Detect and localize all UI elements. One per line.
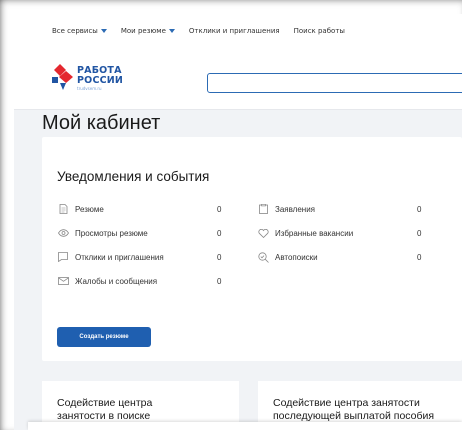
service-card-title: Содействие центра занятости последующей … <box>273 397 434 423</box>
nav-all-services[interactable]: Все сервисы <box>52 27 107 35</box>
count: 0 <box>417 204 422 214</box>
nav-my-resumes-label: Мои резюме <box>120 27 166 35</box>
nav-job-search[interactable]: Поиск работы <box>294 27 345 35</box>
count: 0 <box>417 252 422 262</box>
notifications-card: Уведомления и события Резюме 0 Просмотры… <box>42 137 462 361</box>
count: 0 <box>217 276 222 286</box>
list-item-favorites[interactable]: Избранные вакансии 0 <box>257 221 457 245</box>
logo-text[interactable]: РАБОТА РОССИИ <box>77 66 123 85</box>
notifications-title: Уведомления и события <box>57 169 210 184</box>
create-resume-button[interactable]: Создать резюме <box>57 327 151 347</box>
notifications-left-list: Резюме 0 Просмотры резюме 0 Отклики и пр… <box>57 197 247 293</box>
list-item-label: Избранные вакансии <box>275 228 354 238</box>
mail-icon <box>57 277 69 285</box>
list-item-label: Резюме <box>75 204 104 214</box>
nav-responses[interactable]: Отклики и приглашения <box>189 27 280 35</box>
list-item-label: Заявления <box>275 204 316 214</box>
nav-job-search-label: Поиск работы <box>293 27 345 35</box>
list-item-responses[interactable]: Отклики и приглашения 0 <box>57 245 247 269</box>
list-item-resume[interactable]: Резюме 0 <box>57 197 247 221</box>
logo-subtext: trudvsem.ru <box>77 86 102 91</box>
search-input[interactable] <box>207 73 462 93</box>
list-item-label: Жалобы и сообщения <box>75 276 158 286</box>
logo-icon[interactable] <box>52 64 74 90</box>
service-card-line1: Содействие центра <box>57 397 153 409</box>
top-nav: Все сервисы Мои резюме Отклики и приглаш… <box>14 14 462 48</box>
service-card-line2: занятости в поиске <box>57 410 151 422</box>
nav-all-services-label: Все сервисы <box>52 27 98 35</box>
nav-my-resumes[interactable]: Мои резюме <box>121 27 175 35</box>
search-check-icon <box>257 251 269 263</box>
logo-line2: РОССИИ <box>77 74 124 86</box>
page-title: Мой кабинет <box>42 112 161 134</box>
service-card-line1: Содействие центра занятости <box>273 397 420 409</box>
list-item-autosearch[interactable]: Автопоиски 0 <box>257 245 457 269</box>
list-item-complaints[interactable]: Жалобы и сообщения 0 <box>57 269 247 293</box>
service-card-line2: последующей выплатой пособия <box>273 410 435 422</box>
chevron-down-icon <box>100 29 107 33</box>
chat-icon <box>57 252 69 262</box>
list-item-label: Просмотры резюме <box>75 228 148 238</box>
clipboard-icon <box>257 204 269 214</box>
list-item-label: Отклики и приглашения <box>75 252 164 262</box>
notifications-right-list: Заявления 0 Избранные вакансии 0 Автопои… <box>257 197 457 269</box>
count: 0 <box>217 252 222 262</box>
count: 0 <box>417 228 422 238</box>
service-card-title: Содействие центра занятости в поиске <box>57 397 152 423</box>
list-item-resume-views[interactable]: Просмотры резюме 0 <box>57 221 247 245</box>
chevron-down-icon <box>168 29 175 33</box>
list-item-label: Автопоиски <box>275 252 318 262</box>
document-icon <box>57 204 69 214</box>
count: 0 <box>217 204 222 214</box>
list-item-applications[interactable]: Заявления 0 <box>257 197 457 221</box>
heart-icon <box>257 228 269 238</box>
nav-responses-label: Отклики и приглашения <box>188 27 280 35</box>
bottom-panel <box>28 422 462 430</box>
site-header: РАБОТА РОССИИ trudvsem.ru <box>14 48 462 110</box>
count: 0 <box>217 228 222 238</box>
eye-icon <box>57 229 69 237</box>
